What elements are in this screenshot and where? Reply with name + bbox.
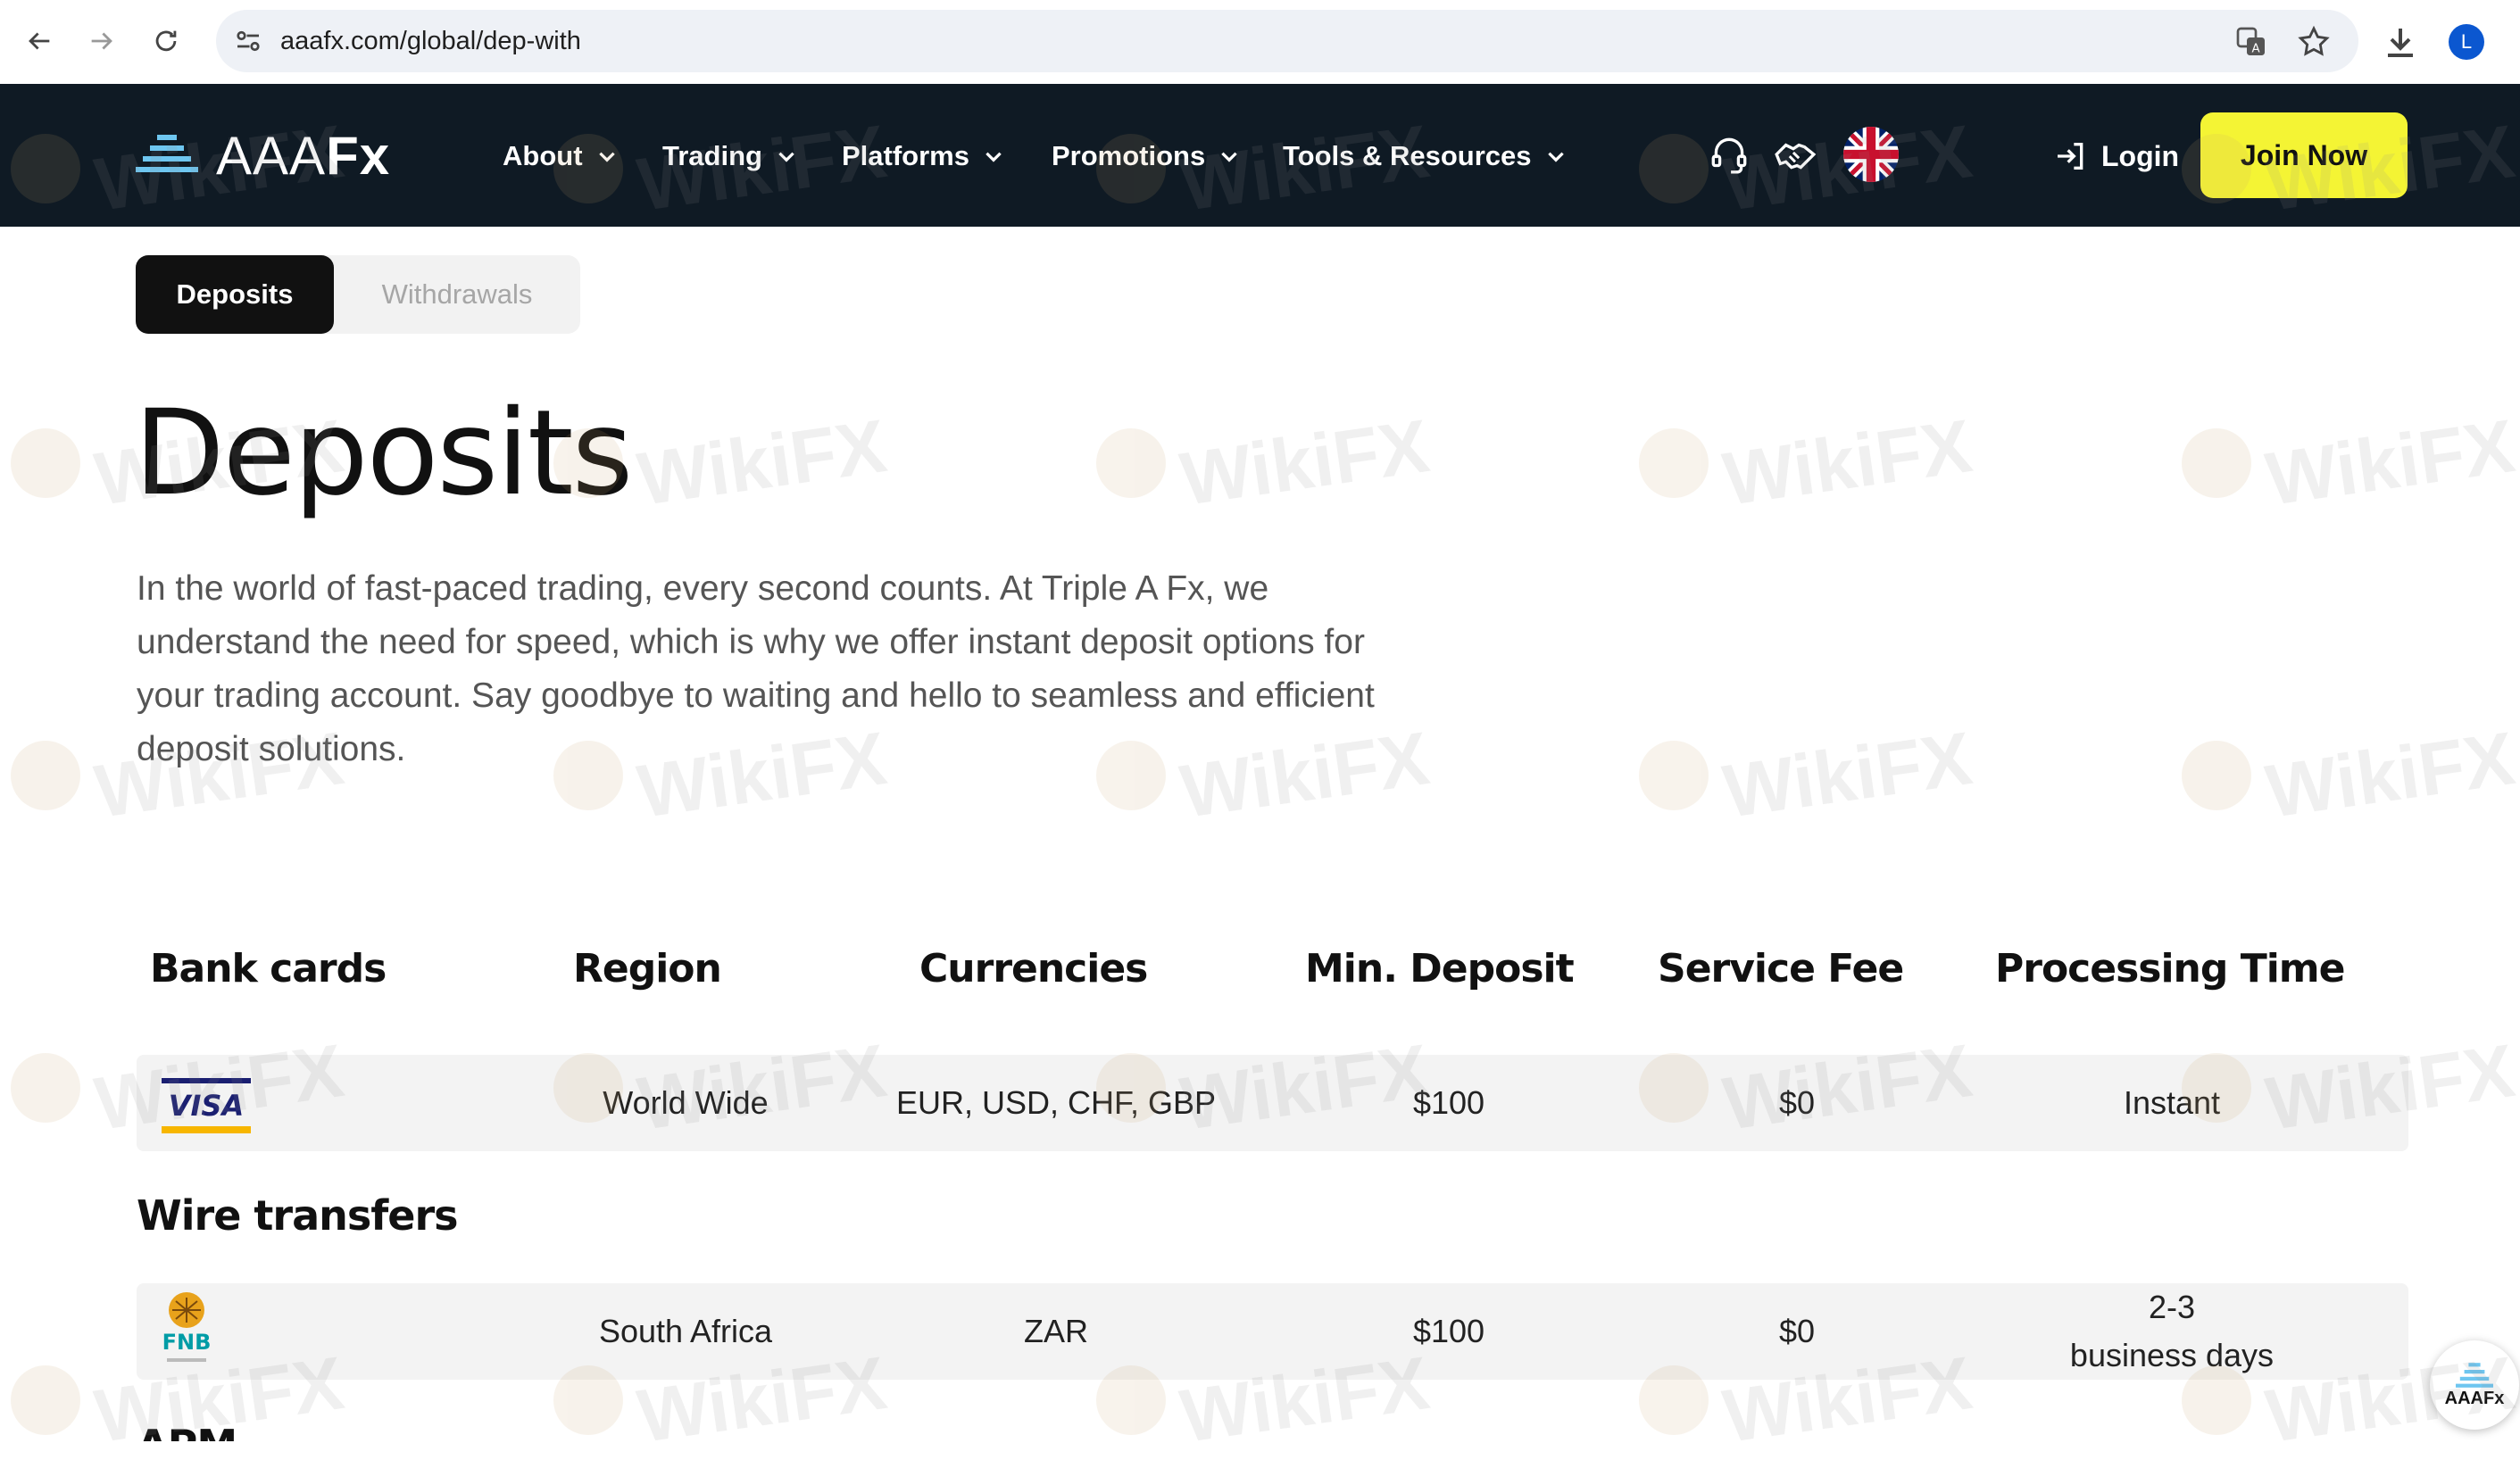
processing-time-line2: business days	[2069, 1337, 2275, 1373]
cell-min-deposit: $100	[1412, 1313, 1485, 1349]
watermark-icon	[1096, 427, 1166, 498]
section-title-apm: APM	[137, 1421, 237, 1441]
watermark-text: WikiFX	[1717, 716, 1977, 834]
tab-deposits[interactable]: Deposits	[136, 255, 334, 334]
watermark-text: WikiFX	[632, 403, 892, 521]
watermark-icon	[11, 1365, 80, 1435]
watermark-text: WikiFX	[2260, 403, 2520, 521]
page-title: Deposits	[134, 385, 633, 522]
table-row: VISA World Wide EUR, USD, CHF, GBP $100 …	[137, 1055, 2408, 1151]
url-text[interactable]: aaafx.com/global/dep-with	[280, 10, 581, 72]
menu-about-label: About	[503, 140, 583, 171]
header-currencies: Currencies	[919, 946, 1148, 991]
login-link[interactable]: Login	[2053, 134, 2179, 178]
cell-min-deposit: $100	[1412, 1084, 1485, 1121]
headset-support-icon[interactable]	[1707, 132, 1751, 177]
header-bank-cards: Bank cards	[150, 946, 387, 991]
translate-icon[interactable]: A	[2233, 24, 2269, 60]
chevron-down-icon	[986, 152, 1002, 162]
chevron-down-icon	[598, 152, 615, 162]
cell-region: South Africa	[598, 1313, 773, 1349]
menu-trading-label: Trading	[662, 140, 762, 171]
watermark: WikiFX	[1639, 716, 1976, 834]
processing-time-line1: 2-3	[2148, 1289, 2196, 1325]
profile-avatar[interactable]: L	[2449, 24, 2484, 60]
header-min-deposit: Min. Deposit	[1305, 946, 1575, 991]
header-service-fee: Service Fee	[1658, 946, 1904, 991]
site-settings-icon[interactable]	[232, 25, 264, 57]
intro-paragraph: In the world of fast-paced trading, ever…	[137, 569, 1375, 768]
section-title-wire-transfers: Wire transfers	[137, 1191, 459, 1240]
watermark-text: WikiFX	[1175, 403, 1435, 521]
watermark-icon	[11, 427, 80, 498]
arrow-right-icon	[91, 32, 112, 50]
address-bar[interactable]: aaafx.com/global/dep-with A	[216, 10, 2358, 72]
forward-button[interactable]	[77, 16, 127, 66]
login-label: Login	[2101, 139, 2180, 172]
watermark-icon	[1639, 740, 1709, 810]
watermark: WikiFX	[2182, 716, 2519, 834]
chevron-down-icon	[778, 152, 794, 162]
bookmark-star-icon[interactable]	[2296, 24, 2332, 60]
watermark-text: WikiFX	[2260, 716, 2520, 834]
reload-icon	[155, 30, 177, 52]
watermark-icon	[11, 1052, 80, 1123]
menu-platforms[interactable]: Platforms	[842, 134, 1005, 178]
watermark-icon	[2182, 740, 2251, 810]
watermark: WikiFX	[2182, 403, 2519, 521]
cell-processing-time: Instant	[2123, 1084, 2221, 1121]
menu-promotions-label: Promotions	[1052, 140, 1206, 171]
deposit-withdrawal-tabs: Deposits Withdrawals	[136, 255, 580, 334]
tab-withdrawals[interactable]: Withdrawals	[334, 255, 580, 334]
menu-trading[interactable]: Trading	[662, 134, 798, 178]
menu-tools-resources[interactable]: Tools & Resources	[1283, 134, 1568, 178]
logo-stripes-icon	[136, 135, 198, 172]
back-button[interactable]	[14, 16, 64, 66]
menu-about[interactable]: About	[503, 134, 619, 178]
cell-service-fee: $0	[1778, 1084, 1816, 1121]
watermark-icon	[11, 740, 80, 810]
watermark: WikiFX	[1639, 403, 1976, 521]
table-row: FNB South Africa ZAR $100 $0 2-3 busines…	[137, 1283, 2408, 1380]
logo-stripes-icon	[2456, 1362, 2493, 1388]
login-icon	[2058, 143, 2083, 170]
cell-region: World Wide	[603, 1084, 769, 1121]
site-header: AAAFx About Trading Platforms Promotions…	[0, 84, 2520, 227]
aaafx-logo[interactable]: AAAFx	[136, 126, 390, 186]
aaafx-chat-widget[interactable]: AAAFx	[2430, 1340, 2519, 1430]
svg-text:VISA: VISA	[169, 1089, 244, 1123]
cell-service-fee: $0	[1778, 1313, 1816, 1349]
cell-processing-time: 2-3 business days	[2002, 1283, 2341, 1380]
logo-text: AAAFx	[216, 125, 391, 186]
watermark-icon	[1639, 427, 1709, 498]
widget-label: AAAFx	[2444, 1388, 2505, 1408]
reload-button[interactable]	[141, 16, 191, 66]
svg-text:FNB: FNB	[162, 1330, 212, 1355]
menu-platforms-label: Platforms	[842, 140, 969, 171]
menu-promotions[interactable]: Promotions	[1052, 134, 1241, 178]
uk-flag-icon[interactable]	[1843, 127, 1899, 182]
watermark: WikiFX	[1096, 403, 1434, 521]
watermark-text: WikiFX	[1717, 403, 1977, 521]
fnb-logo-icon: FNB	[162, 1292, 212, 1362]
cell-currencies: EUR, USD, CHF, GBP	[895, 1084, 1217, 1121]
svg-text:A: A	[2251, 43, 2259, 56]
arrow-left-icon	[29, 32, 50, 50]
header-region: Region	[573, 946, 722, 991]
download-icon[interactable]	[2379, 21, 2422, 64]
join-now-button[interactable]: Join Now	[2200, 112, 2408, 198]
chevron-down-icon	[1221, 152, 1237, 162]
handshake-icon[interactable]	[1773, 132, 1817, 177]
header-processing-time: Processing Time	[1995, 946, 2345, 991]
chevron-down-icon	[1547, 152, 1564, 162]
browser-toolbar: aaafx.com/global/dep-with A L	[0, 0, 2520, 84]
menu-tools-label: Tools & Resources	[1283, 140, 1532, 171]
cell-currencies: ZAR	[1024, 1313, 1088, 1349]
visa-logo-icon: VISA	[162, 1078, 251, 1133]
watermark-icon	[2182, 427, 2251, 498]
